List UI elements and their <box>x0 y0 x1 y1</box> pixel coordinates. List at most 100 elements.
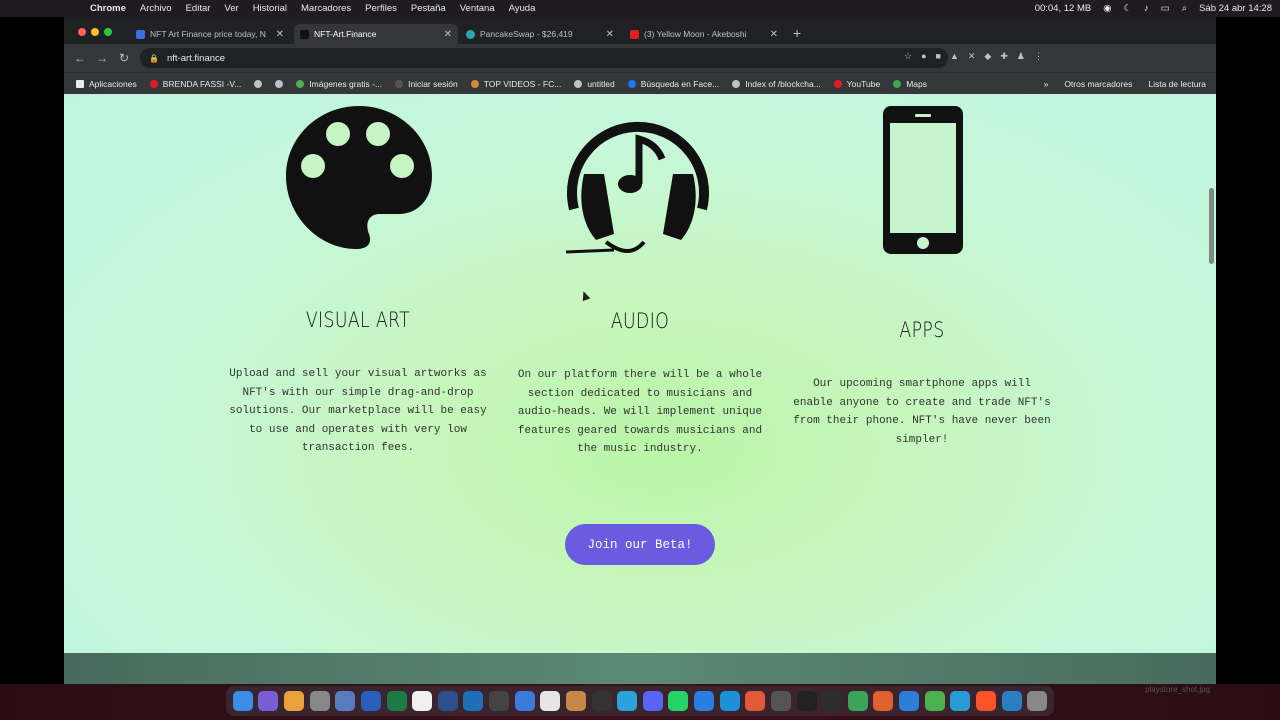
tab-nft-price[interactable]: NFT Art Finance price today, N ✕ <box>130 24 290 44</box>
app-icon[interactable] <box>950 691 971 711</box>
extension-icon[interactable]: ■ <box>936 51 941 62</box>
whatsapp-icon[interactable] <box>668 691 689 711</box>
app-icon[interactable] <box>745 691 766 711</box>
bookmark-item[interactable]: TOP VIDEOS - FC... <box>470 79 561 89</box>
app-icon[interactable] <box>822 691 843 711</box>
palette-icon <box>284 104 434 259</box>
calendar-icon[interactable] <box>412 691 433 711</box>
menu-marcadores[interactable]: Marcadores <box>301 3 351 14</box>
telegram-icon[interactable] <box>617 691 638 711</box>
close-tab-icon[interactable]: ✕ <box>770 29 778 40</box>
wifi-icon[interactable]: ◉ <box>1103 3 1111 14</box>
extension-icon[interactable]: ▲ <box>950 51 959 62</box>
app-icon[interactable] <box>591 691 612 711</box>
app-icon[interactable] <box>1001 691 1022 711</box>
discord-icon[interactable] <box>642 691 663 711</box>
app-icon[interactable] <box>514 691 535 711</box>
bookmark-label: Aplicaciones <box>89 78 137 89</box>
excel-icon[interactable] <box>386 691 407 711</box>
chrome-icon[interactable] <box>540 691 561 711</box>
smartphone-icon <box>882 105 964 260</box>
menu-ayuda[interactable]: Ayuda <box>509 3 536 14</box>
new-tab-icon[interactable]: + <box>793 25 801 41</box>
tab-nft-art-finance[interactable]: NFT-Art.Finance ✕ <box>294 24 458 44</box>
reading-list[interactable]: Lista de lectura <box>1148 79 1206 89</box>
tab-pancakeswap[interactable]: PancakeSwap - $26,419 ✕ <box>460 24 620 44</box>
menu-pestana[interactable]: Pestaña <box>411 3 446 14</box>
address-bar[interactable]: 🔒 nft-art.finance <box>140 48 948 68</box>
app-icon[interactable] <box>694 691 715 711</box>
more-bookmarks-icon[interactable]: » <box>1044 79 1049 89</box>
bookmark-item[interactable] <box>254 79 263 88</box>
brave-icon[interactable] <box>975 691 996 711</box>
extension-icon[interactable]: ● <box>921 51 926 62</box>
menu-archivo[interactable]: Archivo <box>140 3 172 14</box>
app-icon[interactable] <box>489 691 510 711</box>
finder-icon[interactable] <box>232 691 253 711</box>
profile-icon[interactable]: ♟ <box>1017 51 1025 62</box>
clock[interactable]: Sáb 24 abr 14:28 <box>1199 3 1272 14</box>
system-preferences-icon[interactable] <box>309 691 330 711</box>
feature-description: Upload and sell your visual artworks as … <box>229 368 487 454</box>
mac-dock <box>226 686 1054 716</box>
other-bookmarks[interactable]: Otros marcadores <box>1064 79 1132 89</box>
vscode-icon[interactable] <box>463 691 484 711</box>
app-icon[interactable] <box>899 691 920 711</box>
bookmark-apps[interactable]: Aplicaciones <box>76 79 137 89</box>
close-tab-icon[interactable]: ✕ <box>444 29 452 40</box>
app-icon[interactable] <box>770 691 791 711</box>
bookmark-item[interactable]: Maps <box>893 79 927 89</box>
bookmark-item[interactable]: BRENDA FASSI -V... <box>149 79 241 89</box>
back-icon[interactable]: ← <box>74 51 86 65</box>
app-icon[interactable] <box>719 691 740 711</box>
tab-label: NFT-Art.Finance <box>314 29 377 39</box>
menu-historial[interactable]: Historial <box>253 3 287 14</box>
close-window-button[interactable] <box>78 28 86 36</box>
menu-ver[interactable]: Ver <box>224 3 238 14</box>
app-icon[interactable] <box>847 691 868 711</box>
bookmark-item[interactable]: Iniciar sesión <box>395 79 458 89</box>
volume-icon[interactable]: ♪ <box>1144 3 1149 14</box>
word-icon[interactable] <box>360 691 381 711</box>
forward-icon[interactable]: → <box>96 51 108 65</box>
page-scrollbar[interactable] <box>1209 188 1214 264</box>
app-icon[interactable] <box>924 691 945 711</box>
recording-status[interactable]: 00:04, 12 MB <box>1035 3 1092 14</box>
menu-ventana[interactable]: Ventana <box>460 3 495 14</box>
moon-icon[interactable]: ☾ <box>1124 3 1133 14</box>
join-beta-button[interactable]: Join our Beta! <box>565 524 715 565</box>
tab-youtube[interactable]: (3) Yellow Moon - Akeboshi ✕ <box>624 24 784 44</box>
trash-icon[interactable] <box>1027 691 1048 711</box>
mute-icon[interactable]: ✕ <box>968 51 976 62</box>
bookmark-item[interactable]: Búsqueda en Face... <box>627 79 719 89</box>
close-tab-icon[interactable]: ✕ <box>606 29 614 40</box>
battery-icon[interactable]: ▭ <box>1161 3 1170 14</box>
bookmark-star-icon[interactable]: ☆ <box>904 51 912 62</box>
terminal-icon[interactable] <box>796 691 817 711</box>
page-content: VISUAL ART Upload and sell your visual a… <box>64 94 1216 684</box>
app-icon[interactable] <box>437 691 458 711</box>
menu-perfiles[interactable]: Perfiles <box>365 3 397 14</box>
extension-icon[interactable]: ◆ <box>984 51 991 62</box>
youtube-icon <box>833 79 842 88</box>
app-icon[interactable] <box>335 691 356 711</box>
search-icon[interactable]: ⌕ <box>1182 3 1187 14</box>
bookmark-item[interactable]: untitled <box>574 79 615 89</box>
app-icon[interactable] <box>565 691 586 711</box>
bookmark-item[interactable] <box>275 79 284 88</box>
menu-icon[interactable]: ⋮ <box>1034 51 1043 62</box>
zoom-window-button[interactable] <box>104 28 112 36</box>
feature-card-apps: APPS Our upcoming smartphone apps will e… <box>782 318 1062 449</box>
launchpad-icon[interactable] <box>284 691 305 711</box>
app-icon[interactable] <box>873 691 894 711</box>
puzzle-icon[interactable]: ✚ <box>1000 51 1008 62</box>
bookmark-item[interactable]: Index of /blockcha... <box>732 79 821 89</box>
bookmark-item[interactable]: YouTube <box>833 79 880 89</box>
siri-icon[interactable] <box>258 691 279 711</box>
close-tab-icon[interactable]: ✕ <box>276 29 284 40</box>
menu-chrome[interactable]: Chrome <box>90 3 126 14</box>
menu-editar[interactable]: Editar <box>186 3 211 14</box>
minimize-window-button[interactable] <box>91 28 99 36</box>
reload-icon[interactable]: ↻ <box>118 51 130 65</box>
bookmark-item[interactable]: Imágenes gratis -... <box>296 79 382 89</box>
